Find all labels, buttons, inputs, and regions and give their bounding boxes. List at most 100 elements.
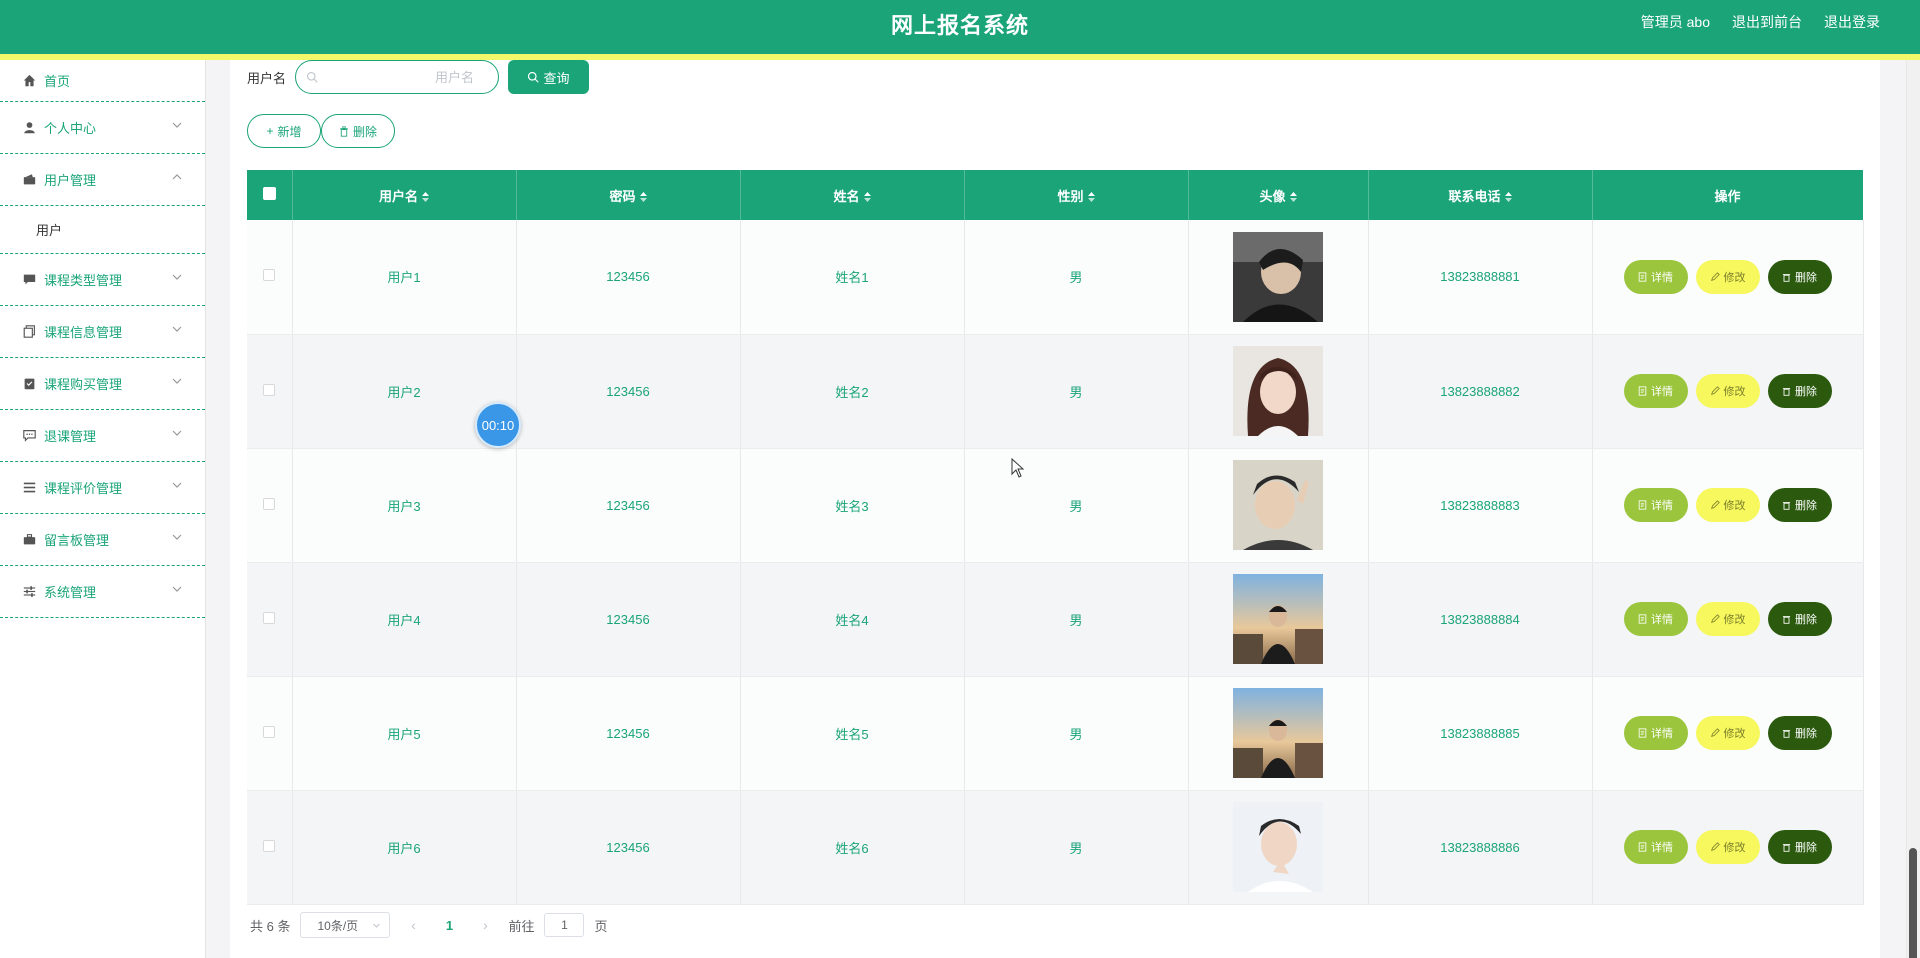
goto-page-input[interactable] [544, 913, 585, 937]
row-checkbox[interactable] [263, 497, 276, 510]
page-size-select[interactable]: 10条/页 [300, 912, 391, 938]
sort-icon[interactable] [422, 192, 429, 203]
pencil-icon [1710, 500, 1720, 509]
next-page-button[interactable]: › [472, 917, 498, 933]
chevron-down-icon [172, 430, 182, 436]
detail-button[interactable]: 详情 [1623, 374, 1688, 408]
goto-suffix: 页 [594, 918, 608, 934]
row-checkbox-cell[interactable] [247, 220, 293, 335]
sidebar-subitem-user[interactable]: 用户 [0, 206, 205, 254]
edit-button[interactable]: 修改 [1695, 374, 1760, 408]
sort-icon[interactable] [639, 192, 647, 203]
sidebar-item-label: 课程评价管理 [44, 481, 123, 496]
sort-icon[interactable] [1087, 192, 1095, 203]
column-header-gender[interactable]: 性别 [964, 170, 1189, 220]
delete-button[interactable]: 删除 [1767, 374, 1832, 408]
sidebar-item-course-info[interactable]: 课程信息管理 [0, 306, 205, 358]
edit-button[interactable]: 修改 [1695, 716, 1760, 750]
table-row: 用户1 123456 姓名1 男 13823888881 详情 修改 删除 [247, 220, 1864, 335]
row-checkbox[interactable] [263, 839, 276, 852]
column-header-avatar[interactable]: 头像 [1188, 170, 1369, 220]
phone-cell: 13823888886 [1368, 790, 1593, 905]
detail-button[interactable]: 详情 [1623, 259, 1688, 294]
column-header-username[interactable]: 用户名 [292, 170, 517, 220]
chevron-up-icon [172, 173, 182, 179]
row-checkbox-cell[interactable] [247, 562, 293, 677]
row-checkbox-cell[interactable] [247, 448, 293, 563]
user-table: 用户名 密码 姓名 性别 头像 联系电话 操作 用户1 123456 姓名1 男… [247, 170, 1864, 905]
scrollbar-thumb[interactable] [1909, 848, 1917, 958]
sidebar-item-message-board[interactable]: 留言板管理 [0, 514, 205, 566]
edit-button[interactable]: 修改 [1695, 602, 1760, 636]
page-size-value: 10条/页 [317, 918, 359, 933]
search-icon [528, 71, 540, 83]
avatar-image [1233, 688, 1323, 778]
sidebar-item-home[interactable]: 首页 [0, 60, 205, 102]
select-all-checkbox[interactable] [262, 187, 276, 200]
chevron-down-icon [373, 923, 381, 928]
pagination: 共 6 条 10条/页 ‹ 1 › 前往 页 [250, 912, 608, 938]
edit-button[interactable]: 修改 [1695, 259, 1760, 294]
sidebar-item-course-type[interactable]: 课程类型管理 [0, 254, 205, 306]
batch-delete-button[interactable]: 删除 [321, 114, 395, 148]
sidebar-item-system[interactable]: 系统管理 [0, 566, 205, 618]
avatar-cell [1188, 562, 1369, 677]
sidebar-item-course-purchase[interactable]: 课程购买管理 [0, 358, 205, 410]
password-cell: 123456 [516, 334, 741, 449]
delete-button[interactable]: 删除 [1767, 602, 1832, 636]
chevron-down-icon [172, 586, 182, 592]
detail-button[interactable]: 详情 [1623, 488, 1688, 522]
delete-button[interactable]: 删除 [1767, 259, 1832, 294]
gender-cell: 男 [964, 220, 1189, 335]
sort-icon[interactable] [1289, 192, 1297, 203]
row-checkbox-cell[interactable] [247, 676, 293, 791]
gender-cell: 男 [964, 790, 1189, 905]
column-header-password[interactable]: 密码 [516, 170, 741, 220]
delete-button[interactable]: 删除 [1767, 716, 1832, 750]
add-button[interactable]: + 新增 [247, 114, 321, 148]
gender-cell: 男 [964, 448, 1189, 563]
sidebar-item-label: 课程类型管理 [44, 273, 123, 288]
sidebar-item-label: 退课管理 [44, 429, 97, 444]
logout-link[interactable]: 退出登录 [1824, 12, 1880, 32]
sidebar-item-personal-center[interactable]: 个人中心 [0, 102, 205, 154]
delete-button[interactable]: 删除 [1767, 488, 1832, 522]
username-cell: 用户3 [292, 448, 517, 563]
edit-button[interactable]: 修改 [1695, 830, 1760, 864]
search-input[interactable] [318, 69, 478, 85]
sort-icon[interactable] [1504, 192, 1512, 203]
sidebar-item-course-review[interactable]: 课程评价管理 [0, 462, 205, 514]
password-cell: 123456 [516, 448, 741, 563]
column-header-name[interactable]: 姓名 [740, 170, 965, 220]
sidebar-item-user-management[interactable]: 用户管理 [0, 154, 205, 206]
page-scrollbar[interactable] [1906, 60, 1920, 958]
row-checkbox[interactable] [263, 725, 276, 738]
sidebar-item-drop-course[interactable]: 退课管理 [0, 410, 205, 462]
delete-button[interactable]: 删除 [1767, 830, 1832, 864]
row-checkbox-cell[interactable] [247, 790, 293, 905]
row-checkbox-cell[interactable] [247, 334, 293, 449]
column-header-phone[interactable]: 联系电话 [1368, 170, 1593, 220]
detail-button[interactable]: 详情 [1623, 716, 1688, 750]
page-number[interactable]: 1 [436, 918, 462, 933]
avatar-image [1233, 231, 1323, 322]
edit-button[interactable]: 修改 [1695, 488, 1760, 522]
table-row: 用户6 123456 姓名6 男 13823888886 详情 修改 删除 [247, 790, 1864, 905]
table-header-row: 用户名 密码 姓名 性别 头像 联系电话 操作 [247, 170, 1864, 220]
trash-icon [1782, 502, 1791, 510]
gender-cell: 男 [964, 562, 1189, 677]
row-checkbox[interactable] [263, 611, 276, 624]
pencil-icon [1710, 386, 1720, 395]
sort-icon[interactable] [863, 192, 871, 203]
row-checkbox[interactable] [263, 383, 276, 396]
detail-button[interactable]: 详情 [1623, 602, 1688, 636]
select-all-cell[interactable] [247, 170, 293, 220]
prev-page-button[interactable]: ‹ [400, 917, 426, 933]
goto-prefix: 前往 [508, 918, 535, 934]
query-button[interactable]: 查询 [508, 60, 589, 94]
exit-to-front-link[interactable]: 退出到前台 [1732, 12, 1802, 32]
detail-button[interactable]: 详情 [1623, 830, 1688, 864]
search-field[interactable] [295, 60, 499, 94]
home-icon [22, 74, 36, 88]
row-checkbox[interactable] [263, 269, 276, 282]
